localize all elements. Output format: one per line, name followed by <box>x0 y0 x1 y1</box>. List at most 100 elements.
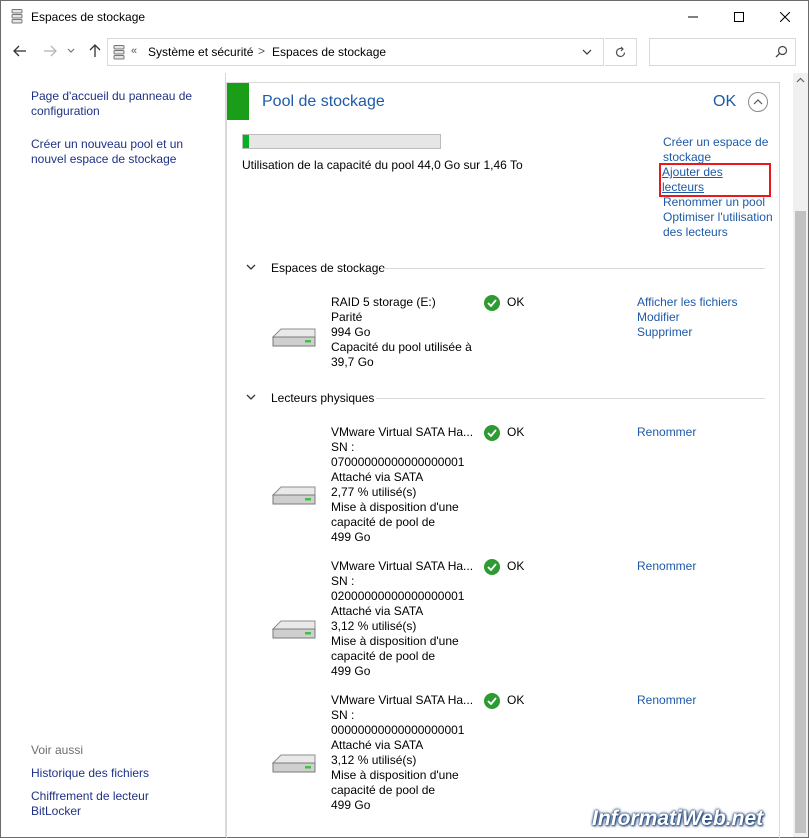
ok-check-icon <box>484 425 500 441</box>
rename-drive-link[interactable]: Renommer <box>637 559 696 574</box>
ok-check-icon <box>484 559 500 575</box>
control-panel-home-link[interactable]: Page d'accueil du panneau de configurati… <box>31 89 206 119</box>
drive-actions: Renommer <box>637 559 696 574</box>
breadcrumb-storage-spaces[interactable]: Espaces de stockage <box>272 45 386 59</box>
breadcrumb-system-security[interactable]: Système et sécurité <box>148 45 253 59</box>
physical-drives-heading: Lecteurs physiques <box>271 391 375 405</box>
create-space-link[interactable]: Créer un espace de stockage <box>663 135 773 165</box>
pool-actions: Créer un espace de stockage Ajouter des … <box>659 135 773 240</box>
storage-spaces-heading: Espaces de stockage <box>271 261 386 275</box>
chevron-down-icon <box>246 394 256 400</box>
space-size: 994 Go <box>331 325 371 339</box>
drive-used: 3,12 % utilisé(s) <box>331 619 417 633</box>
maximize-icon <box>734 11 744 22</box>
space-name: RAID 5 storage (E:) <box>331 295 436 309</box>
rename-drive-link[interactable]: Renommer <box>637 425 696 440</box>
pool-usage-fill <box>243 135 249 148</box>
drive-connection: Attaché via SATA <box>331 470 424 484</box>
space-status: OK <box>507 295 525 309</box>
scroll-thumb[interactable] <box>795 211 806 833</box>
drive-actions: Renommer <box>637 425 696 440</box>
drive-capacity: 499 Go <box>331 530 371 544</box>
see-also-heading: Voir aussi <box>31 743 84 757</box>
recent-locations-button[interactable] <box>65 42 77 60</box>
drive-capacity: 499 Go <box>331 664 371 678</box>
storage-space-details: RAID 5 storage (E:) Parité 994 Go Capaci… <box>331 295 476 370</box>
close-icon <box>780 11 790 22</box>
chevron-down-icon[interactable] <box>581 44 593 60</box>
add-drives-link[interactable]: Ajouter des lecteurs <box>659 163 771 197</box>
delete-link[interactable]: Supprimer <box>637 325 737 340</box>
space-pool-usage: Capacité du pool utilisée à 39,7 Go <box>331 340 472 369</box>
section-divider <box>376 398 765 399</box>
breadcrumb-overflow[interactable]: « <box>131 45 137 57</box>
refresh-icon <box>615 46 626 57</box>
view-files-link[interactable]: Afficher les fichiers <box>637 295 737 310</box>
drive-used: 3,12 % utilisé(s) <box>331 753 417 767</box>
section-divider <box>381 268 765 269</box>
physical-drive-details: VMware Virtual SATA Ha... SN : 020000000… <box>331 559 476 679</box>
collapse-button[interactable] <box>748 92 768 112</box>
chevron-up-icon <box>753 99 763 105</box>
space-resiliency: Parité <box>331 310 363 324</box>
storage-spaces-icon <box>11 9 23 24</box>
hard-drive-icon <box>271 328 316 347</box>
file-history-link[interactable]: Historique des fichiers <box>31 766 206 781</box>
arrow-right-icon <box>44 45 57 57</box>
drive-used: 2,77 % utilisé(s) <box>331 485 417 499</box>
ok-check-icon <box>484 295 500 311</box>
rename-pool-link[interactable]: Renommer un pool <box>663 195 773 210</box>
physical-drives-section-header[interactable]: Lecteurs physiques <box>245 391 374 405</box>
up-button[interactable] <box>86 42 104 60</box>
vertical-scrollbar[interactable] <box>793 73 808 837</box>
drive-connection: Attaché via SATA <box>331 738 424 752</box>
drive-serial: 02000000000000000001 <box>331 589 465 603</box>
hard-drive-icon <box>271 620 316 639</box>
window-title: Espaces de stockage <box>31 10 146 24</box>
chevron-down-icon <box>246 264 256 270</box>
drive-serial: 00000000000000000001 <box>331 723 465 737</box>
breadcrumb-separator[interactable]: > <box>258 44 265 58</box>
drive-sn-label: SN : <box>331 440 355 454</box>
drive-provided-label: Mise à disposition d'une capacité de poo… <box>331 500 459 529</box>
drive-name: VMware Virtual SATA Ha... <box>331 693 474 707</box>
change-link[interactable]: Modifier <box>637 310 737 325</box>
search-input[interactable] <box>649 38 796 66</box>
hard-drive-icon <box>271 486 316 505</box>
pool-status: OK <box>713 93 737 110</box>
storage-spaces-icon <box>113 45 125 60</box>
create-pool-link[interactable]: Créer un nouveau pool et un nouvel espac… <box>31 137 206 167</box>
space-actions: Afficher les fichiers Modifier Supprimer <box>637 295 737 340</box>
forward-button[interactable] <box>41 42 59 60</box>
rename-drive-link[interactable]: Renommer <box>637 693 696 708</box>
refresh-button[interactable] <box>605 38 637 66</box>
scroll-up-icon[interactable] <box>796 77 805 83</box>
hard-drive-icon <box>271 754 316 773</box>
pool-usage-text: Utilisation de la capacité du pool 44,0 … <box>242 158 523 172</box>
maximize-button[interactable] <box>716 1 762 32</box>
physical-drive-details: VMware Virtual SATA Ha... SN : 000000000… <box>331 693 476 813</box>
back-button[interactable] <box>11 42 29 60</box>
optimize-drive-usage-link[interactable]: Optimiser l'utilisation des lecteurs <box>663 210 773 240</box>
close-button[interactable] <box>762 1 808 32</box>
drive-connection: Attaché via SATA <box>331 604 424 618</box>
title-bar: Espaces de stockage <box>1 1 808 32</box>
arrow-up-icon <box>89 44 101 57</box>
minimize-button[interactable] <box>670 1 716 32</box>
left-navigation: Page d'accueil du panneau de configurati… <box>1 73 225 837</box>
address-bar[interactable]: « Système et sécurité > Espaces de stock… <box>107 38 604 66</box>
bitlocker-link[interactable]: Chiffrement de lecteur BitLocker <box>31 789 161 819</box>
window: Espaces de stockage « Système et sécurit… <box>0 0 809 838</box>
arrow-left-icon <box>13 45 26 57</box>
drive-actions: Renommer <box>637 693 696 708</box>
drive-sn-label: SN : <box>331 708 355 722</box>
drive-name: VMware Virtual SATA Ha... <box>331 425 474 439</box>
storage-pool-panel: Pool de stockage OK Utilisation de la ca… <box>226 82 780 838</box>
drive-status: OK <box>507 693 525 707</box>
search-icon <box>775 45 788 58</box>
physical-drive-details: VMware Virtual SATA Ha... SN : 070000000… <box>331 425 476 545</box>
watermark-logo: InformatiWeb.net <box>592 807 764 830</box>
storage-spaces-section-header[interactable]: Espaces de stockage <box>245 261 385 275</box>
drive-provided-label: Mise à disposition d'une capacité de poo… <box>331 634 459 663</box>
main-content: Pool de stockage OK Utilisation de la ca… <box>225 73 793 838</box>
